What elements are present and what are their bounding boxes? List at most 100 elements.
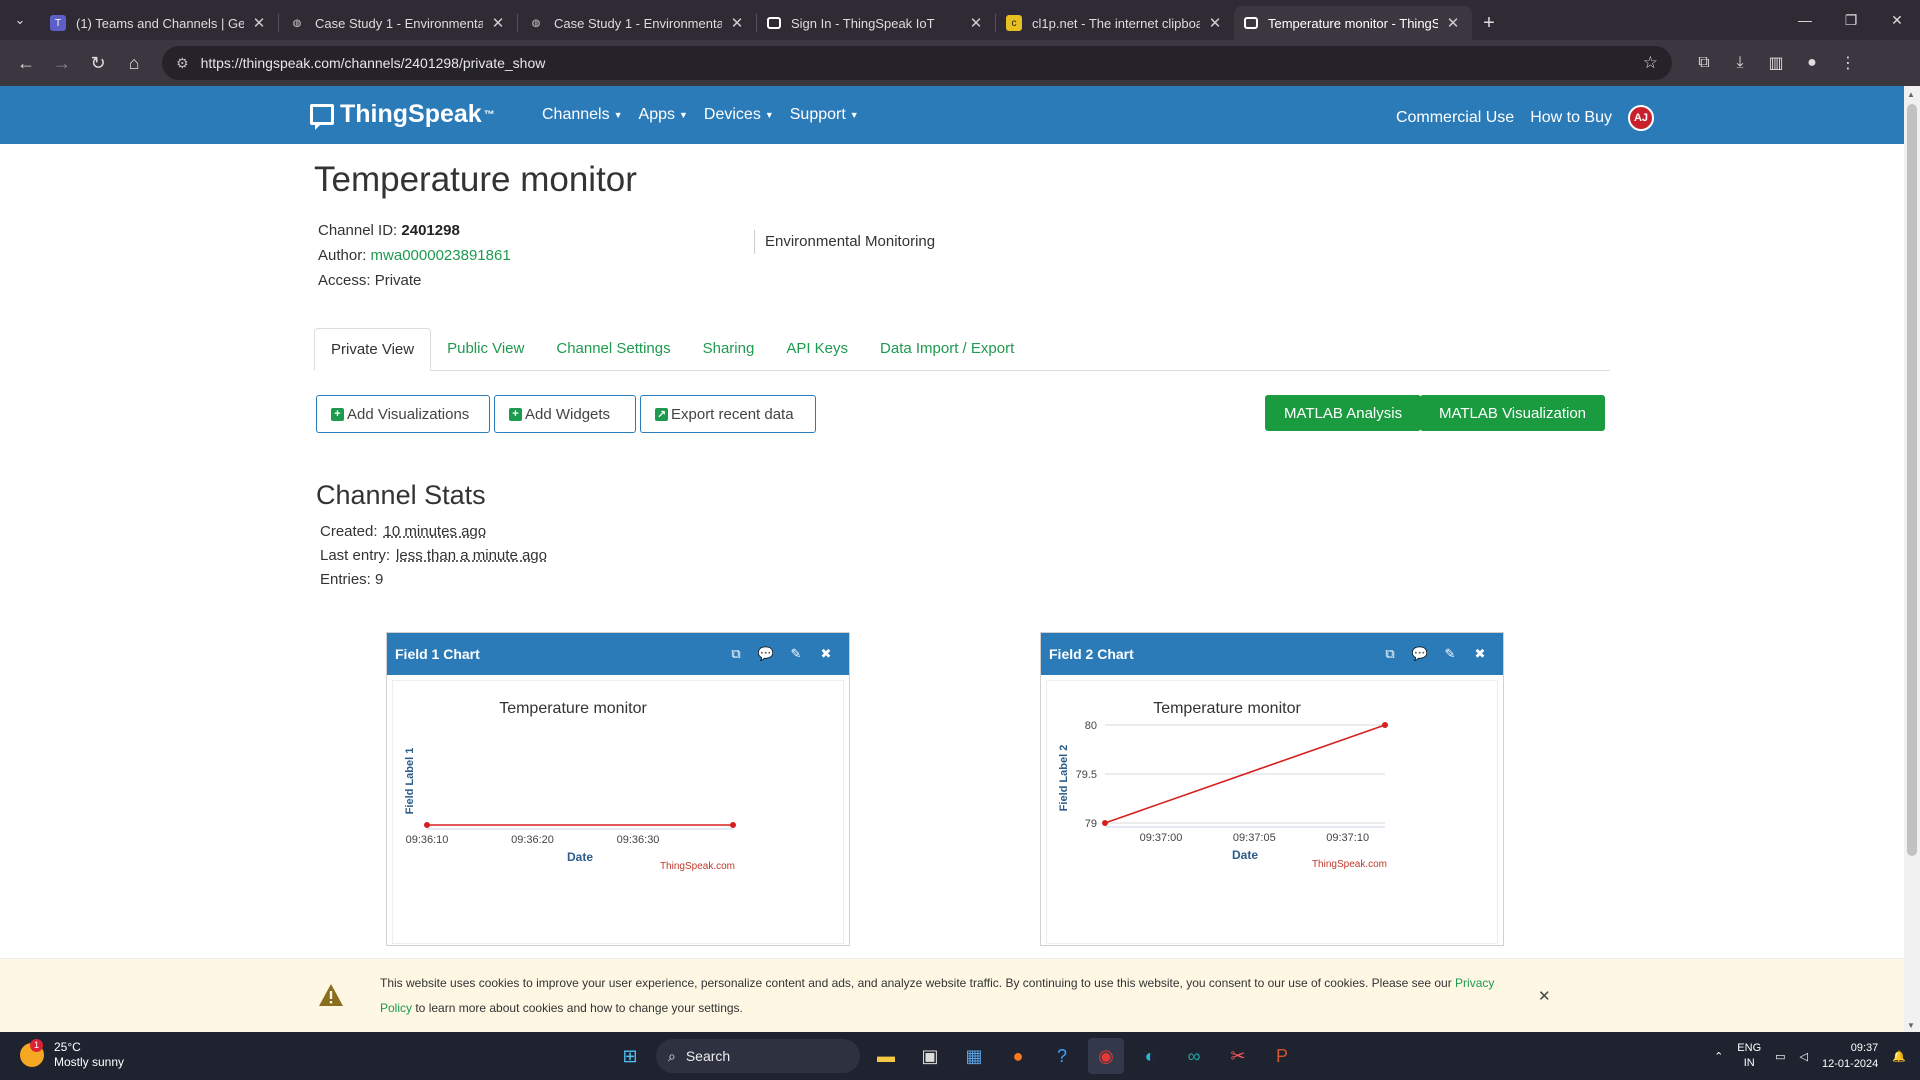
browser-toolbar: ← → ↻ ⌂ ⚙ https://thingspeak.com/channel… xyxy=(0,40,1920,86)
weather-widget[interactable]: 1 25°C Mostly sunny xyxy=(20,1039,124,1070)
browser-tab-sign-in[interactable]: Sign In - ThingSpeak IoT ✕ xyxy=(757,6,995,40)
windows-start-icon[interactable]: ⊞ xyxy=(612,1038,648,1074)
close-window-icon[interactable]: ✕ xyxy=(1874,0,1920,40)
nav-commercial-use[interactable]: Commercial Use xyxy=(1396,109,1514,127)
profile-icon[interactable]: ● xyxy=(1794,45,1830,81)
tray-overflow-icon[interactable]: ⌃ xyxy=(1714,1050,1723,1063)
chart-header-title: Field 1 Chart xyxy=(395,646,480,662)
export-recent-data-button[interactable]: ↗ Export recent data xyxy=(640,395,816,433)
bookmark-star-icon[interactable]: ☆ xyxy=(1643,53,1658,73)
close-tab-icon[interactable]: ✕ xyxy=(250,14,268,32)
help-icon[interactable]: ? xyxy=(1044,1038,1080,1074)
edit-pencil-icon[interactable]: ✎ xyxy=(781,646,811,662)
tab-private-view[interactable]: Private View xyxy=(314,328,432,371)
edit-pencil-icon[interactable]: ✎ xyxy=(1435,646,1465,662)
firefox-icon[interactable]: ● xyxy=(1000,1038,1036,1074)
tab-channel-settings[interactable]: Channel Settings xyxy=(540,328,686,370)
reload-icon[interactable]: ↻ xyxy=(80,45,116,81)
plus-icon: + xyxy=(509,407,522,421)
close-tab-icon[interactable]: ✕ xyxy=(1444,14,1462,32)
edge-icon[interactable]: ◐ xyxy=(1132,1038,1168,1074)
clock[interactable]: 09:37 12-01-2024 xyxy=(1822,1040,1878,1072)
nav-channels[interactable]: Channels ▼ xyxy=(542,106,623,124)
snipping-tool-icon[interactable]: ✂ xyxy=(1220,1038,1256,1074)
back-icon[interactable]: ← xyxy=(8,45,44,81)
matlab-analysis-button[interactable]: MATLAB Analysis xyxy=(1265,395,1422,431)
language-indicator[interactable]: ENG IN xyxy=(1737,1041,1761,1071)
download-icon[interactable]: ⤓ xyxy=(1722,45,1758,81)
channel-description: Environmental Monitoring xyxy=(754,230,935,254)
network-icon[interactable]: ▭ xyxy=(1775,1050,1785,1063)
tab-search-chevron-icon[interactable]: ⌄ xyxy=(0,0,40,40)
new-tab-button[interactable]: + xyxy=(1472,6,1506,40)
scrollbar-thumb[interactable] xyxy=(1907,104,1917,856)
thingspeak-favicon-icon xyxy=(767,17,781,29)
page-title: Temperature monitor xyxy=(314,160,637,199)
chart-credit: ThingSpeak.com xyxy=(1312,859,1387,870)
page-scrollbar[interactable]: ▲ ▼ xyxy=(1904,86,1920,1032)
comment-icon[interactable]: 💬 xyxy=(751,646,781,662)
browser-tab-case-study-1[interactable]: ◍ Case Study 1 - Environmental m ✕ xyxy=(279,6,517,40)
channel-stats: Created: 10 minutes ago Last entry: less t… xyxy=(320,523,547,588)
restore-icon[interactable]: ❐ xyxy=(1828,0,1874,40)
field-1-chart: Temperature monitor 09:36:10 09:36:20 09:36… xyxy=(404,700,736,872)
close-tab-icon[interactable]: ✕ xyxy=(728,14,746,32)
tab-sharing[interactable]: Sharing xyxy=(687,328,771,370)
taskbar-search[interactable]: ⌕ Search xyxy=(656,1039,860,1073)
y-tick-label: 80 xyxy=(1085,720,1097,732)
volume-icon[interactable]: ◁ xyxy=(1800,1050,1808,1063)
close-icon[interactable]: ✖ xyxy=(811,646,841,662)
site-info-icon[interactable]: ⚙ xyxy=(176,55,189,72)
thingspeak-logo[interactable]: ThingSpeak ™ xyxy=(310,100,495,130)
home-icon[interactable]: ⌂ xyxy=(116,45,152,81)
address-bar[interactable]: ⚙ https://thingspeak.com/channels/240129… xyxy=(162,46,1672,80)
browser-tab-case-study-2[interactable]: ◍ Case Study 1 - Environmental m ✕ xyxy=(518,6,756,40)
close-icon[interactable]: ✖ xyxy=(1465,646,1495,662)
author-link[interactable]: mwa0000023891861 xyxy=(371,247,511,264)
arduino-icon[interactable]: ∞ xyxy=(1176,1038,1212,1074)
x-tick-label: 09:36:30 xyxy=(617,834,660,846)
x-tick-label: 09:37:00 xyxy=(1140,832,1183,844)
close-cookie-banner-icon[interactable]: ✕ xyxy=(1538,987,1551,1005)
browser-tab-cl1p[interactable]: c cl1p.net - The internet clipboar ✕ xyxy=(996,6,1234,40)
notifications-icon[interactable]: 🔔 xyxy=(1892,1050,1906,1063)
tab-data-import-export[interactable]: Data Import / Export xyxy=(864,328,1030,370)
forward-icon[interactable]: → xyxy=(44,45,80,81)
minimize-icon[interactable]: — xyxy=(1782,0,1828,40)
nav-devices[interactable]: Devices ▼ xyxy=(704,106,774,124)
last-entry-value: less than a minute ago xyxy=(396,547,547,564)
close-tab-icon[interactable]: ✕ xyxy=(1206,14,1224,32)
nav-support[interactable]: Support ▼ xyxy=(790,106,859,124)
file-explorer-icon[interactable]: ▬ xyxy=(868,1038,904,1074)
open-external-icon[interactable]: ⧉ xyxy=(1375,646,1405,662)
field-2-chart: Temperature monitor 79 79.5 80 09:37:00 09:37… xyxy=(1058,700,1388,870)
user-avatar[interactable]: AJ xyxy=(1628,105,1654,131)
tab-api-keys[interactable]: API Keys xyxy=(770,328,864,370)
browser-tab-temperature-monitor[interactable]: Temperature monitor - ThingSp ✕ xyxy=(1234,6,1472,40)
channel-id: 2401298 xyxy=(401,222,460,239)
browser-tab-teams[interactable]: T (1) Teams and Channels | Gener ✕ xyxy=(40,6,278,40)
tab-public-view[interactable]: Public View xyxy=(431,328,540,370)
channel-tabs: Private View Public View Channel Setting… xyxy=(314,328,1610,371)
open-external-icon[interactable]: ⧉ xyxy=(721,646,751,662)
powerpoint-icon[interactable]: P xyxy=(1264,1038,1300,1074)
store-icon[interactable]: ▣ xyxy=(912,1038,948,1074)
chrome-icon[interactable]: ◉ xyxy=(1088,1038,1124,1074)
matlab-visualization-button[interactable]: MATLAB Visualization xyxy=(1420,395,1606,431)
chart-header-title: Field 2 Chart xyxy=(1049,646,1134,662)
comment-icon[interactable]: 💬 xyxy=(1405,646,1435,662)
x-axis-label: Date xyxy=(1232,848,1258,862)
add-widgets-button[interactable]: + Add Widgets xyxy=(494,395,636,433)
close-tab-icon[interactable]: ✕ xyxy=(489,14,507,32)
mcafee-app-icon[interactable]: ▦ xyxy=(956,1038,992,1074)
data-point xyxy=(424,822,430,828)
nav-apps[interactable]: Apps ▼ xyxy=(639,106,688,124)
more-menu-icon[interactable]: ⋮ xyxy=(1830,45,1866,81)
extensions-icon[interactable]: ⧉ xyxy=(1686,45,1722,81)
nav-how-to-buy[interactable]: How to Buy xyxy=(1530,109,1612,127)
side-panel-icon[interactable]: ▥ xyxy=(1758,45,1794,81)
field-2-chart-card: Field 2 Chart ⧉ 💬 ✎ ✖ Temperature monito… xyxy=(1040,632,1504,946)
add-visualizations-button[interactable]: + Add Visualizations xyxy=(316,395,490,433)
x-tick-label: 09:37:05 xyxy=(1233,832,1276,844)
close-tab-icon[interactable]: ✕ xyxy=(967,14,985,32)
